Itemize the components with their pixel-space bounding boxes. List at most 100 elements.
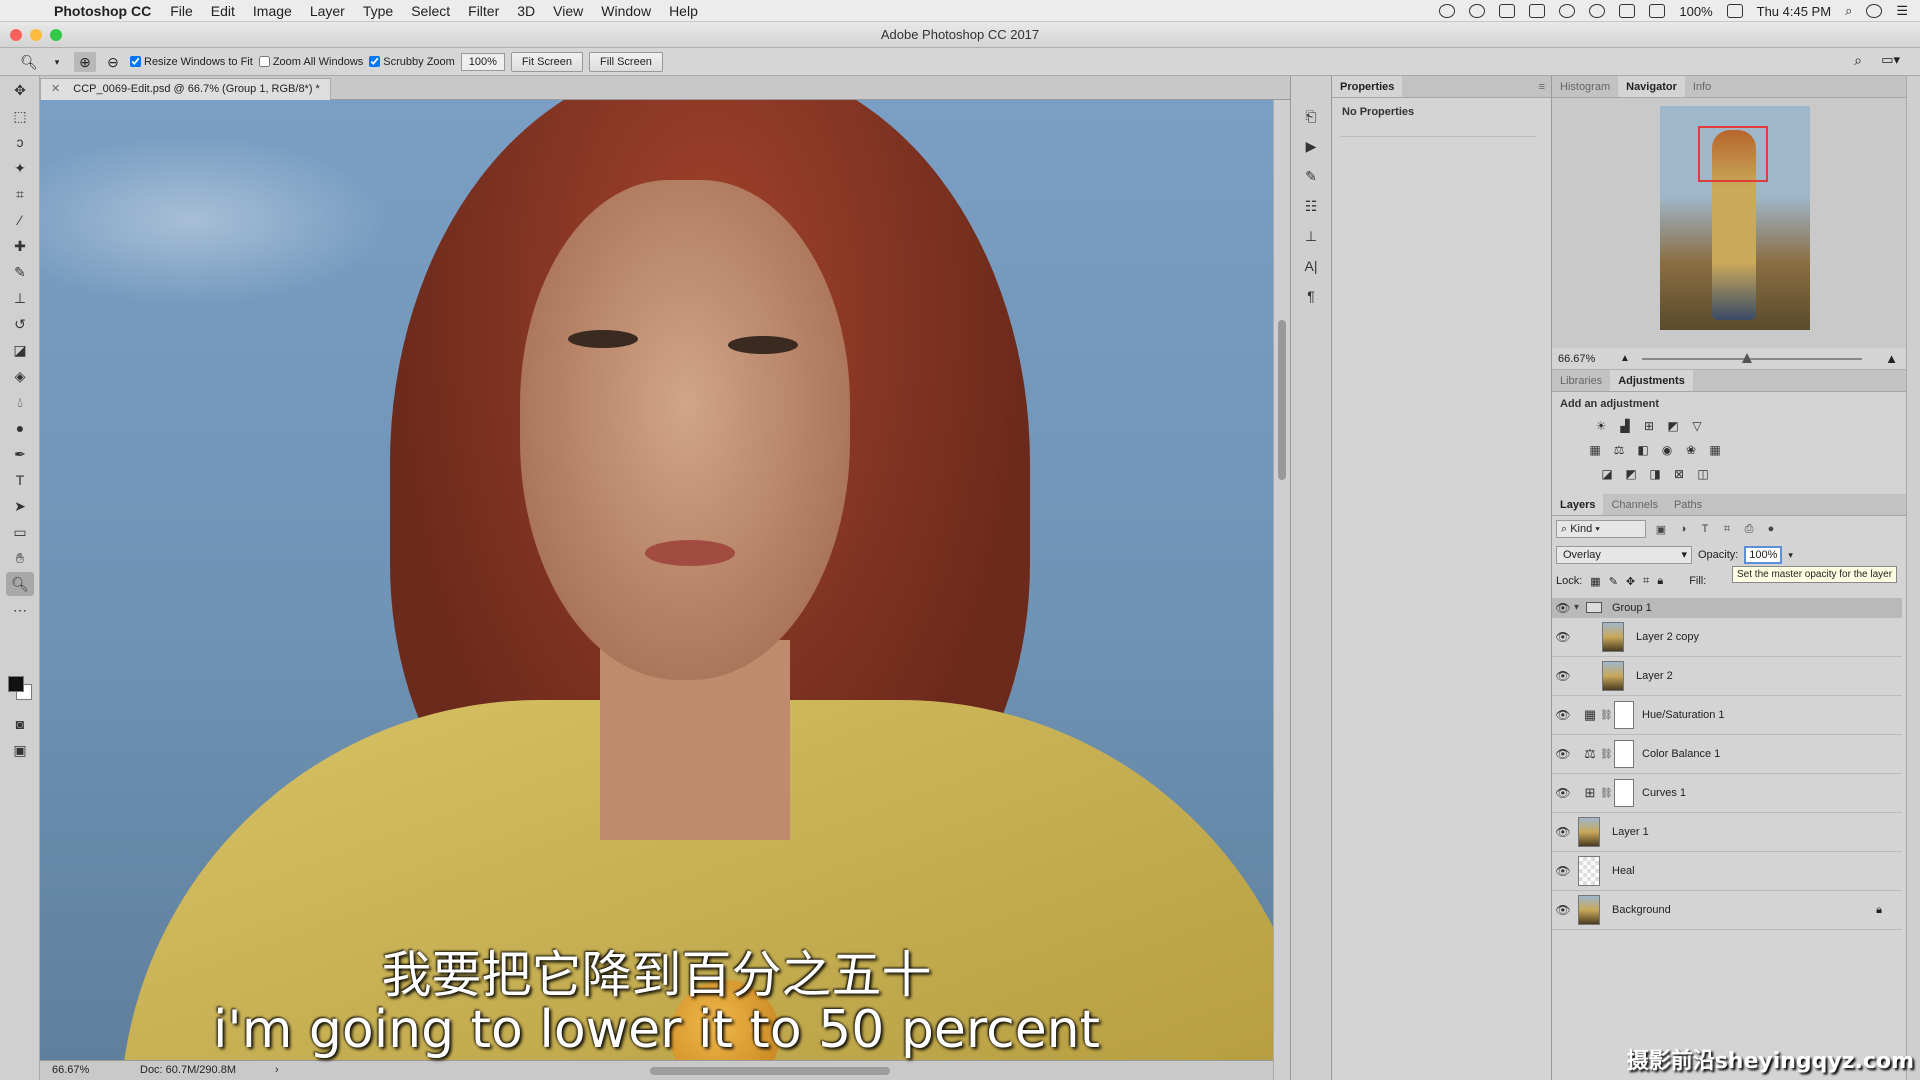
- bluetooth-icon[interactable]: [1559, 4, 1576, 18]
- battery-icon[interactable]: [1726, 4, 1743, 18]
- mask-link-icon[interactable]: ⛓︎: [1600, 710, 1613, 721]
- visibility-eye-icon[interactable]: 👁︎: [1552, 708, 1574, 722]
- color-lookup-icon[interactable]: ▦: [1706, 441, 1724, 459]
- display-icon[interactable]: [1499, 4, 1516, 18]
- volume-icon[interactable]: [1649, 4, 1666, 18]
- character-panel-icon[interactable]: A|: [1298, 254, 1324, 278]
- black-white-icon[interactable]: ◧: [1634, 441, 1652, 459]
- zoom-out-mountain-icon[interactable]: ▲: [1620, 353, 1630, 364]
- brushes-panel-icon[interactable]: ✎: [1298, 164, 1324, 188]
- layer-row-hue-saturation-1[interactable]: 👁︎ ▦ ⛓︎ Hue/Saturation 1: [1552, 696, 1902, 735]
- visibility-eye-icon[interactable]: 👁︎: [1552, 669, 1574, 683]
- scrubby-zoom-check[interactable]: [369, 56, 381, 67]
- zoom-level-readout[interactable]: 66.67%: [52, 1064, 89, 1076]
- clone-stamp-tool-icon[interactable]: ⊥: [6, 286, 34, 310]
- menu-help[interactable]: Help: [669, 3, 698, 19]
- eyedropper-tool-icon[interactable]: ⁄: [6, 208, 34, 232]
- lock-icon[interactable]: 🔒︎: [1876, 904, 1882, 917]
- visibility-eye-icon[interactable]: 👁︎: [1552, 630, 1574, 644]
- lock-image-icon[interactable]: ✎: [1609, 575, 1618, 588]
- gradient-map-icon[interactable]: ◫: [1694, 465, 1712, 483]
- spotlight-icon[interactable]: ⌕: [1845, 3, 1852, 19]
- move-tool-icon[interactable]: ✥: [6, 78, 34, 102]
- tab-paths[interactable]: Paths: [1666, 494, 1710, 515]
- opacity-slider-toggle[interactable]: ▾: [1788, 550, 1793, 561]
- eraser-tool-icon[interactable]: ◪: [6, 338, 34, 362]
- close-window-button[interactable]: [10, 29, 22, 41]
- crop-tool-icon[interactable]: ⌗: [6, 182, 34, 206]
- photo-filter-icon[interactable]: ◉: [1658, 441, 1676, 459]
- channel-mixer-icon[interactable]: ❀: [1682, 441, 1700, 459]
- curves-icon[interactable]: ⊞: [1640, 417, 1658, 435]
- search-icon[interactable]: ⌕: [1854, 52, 1862, 69]
- mask-link-icon[interactable]: ⛓︎: [1600, 749, 1613, 760]
- layer-mask-thumbnail[interactable]: [1614, 701, 1634, 729]
- type-tool-icon[interactable]: T: [6, 468, 34, 492]
- menu-view[interactable]: View: [553, 3, 583, 19]
- zoom-tool-icon[interactable]: 🔍︎: [6, 572, 34, 596]
- magic-wand-tool-icon[interactable]: ✦: [6, 156, 34, 180]
- layer-row-color-balance-1[interactable]: 👁︎ ⚖ ⛓︎ Color Balance 1: [1552, 735, 1902, 774]
- menu-file[interactable]: File: [170, 3, 193, 19]
- tab-histogram[interactable]: Histogram: [1552, 76, 1618, 97]
- selective-color-icon[interactable]: ⊠: [1670, 465, 1688, 483]
- mask-link-icon[interactable]: ⛓︎: [1600, 788, 1613, 799]
- pen-tool-icon[interactable]: ✒: [6, 442, 34, 466]
- zoom-window-button[interactable]: [50, 29, 62, 41]
- menu-layer[interactable]: Layer: [310, 3, 345, 19]
- document-canvas[interactable]: [40, 100, 1273, 1060]
- minimize-window-button[interactable]: [30, 29, 42, 41]
- visibility-eye-icon[interactable]: 👁︎: [1552, 903, 1574, 917]
- hue-saturation-icon[interactable]: ▦: [1586, 441, 1604, 459]
- close-tab-icon[interactable]: ✕: [51, 83, 60, 95]
- workspace-icon[interactable]: ▭▾: [1881, 52, 1900, 68]
- siri-icon[interactable]: [1866, 4, 1883, 18]
- navigator-zoom-value[interactable]: 66.67%: [1558, 353, 1595, 365]
- filter-toggle-icon[interactable]: ●: [1764, 523, 1778, 535]
- layer-mask-thumbnail[interactable]: [1614, 779, 1634, 807]
- exposure-icon[interactable]: ◩: [1664, 417, 1682, 435]
- history-brush-tool-icon[interactable]: ↺: [6, 312, 34, 336]
- brightness-contrast-icon[interactable]: ☀: [1592, 417, 1610, 435]
- posterize-icon[interactable]: ◩: [1622, 465, 1640, 483]
- dodge-tool-icon[interactable]: ●: [6, 416, 34, 440]
- lock-position-icon[interactable]: ✥: [1626, 575, 1635, 588]
- menu-type[interactable]: Type: [363, 3, 393, 19]
- quick-mask-icon[interactable]: ◙: [6, 712, 34, 736]
- status-chevron-icon[interactable]: ›: [275, 1064, 279, 1076]
- panel-menu-icon[interactable]: ≡: [1539, 76, 1545, 98]
- brush-tool-icon[interactable]: ✎: [6, 260, 34, 284]
- record-icon[interactable]: [1439, 4, 1456, 18]
- lock-artboard-icon[interactable]: ⌗: [1643, 575, 1649, 588]
- actions-panel-icon[interactable]: ▶: [1298, 134, 1324, 158]
- brush-settings-icon[interactable]: ☷: [1298, 194, 1324, 218]
- layer-mask-thumbnail[interactable]: [1614, 740, 1634, 768]
- zoom-all-checkbox[interactable]: Zoom All Windows: [258, 56, 363, 68]
- filter-type-icon[interactable]: T: [1698, 523, 1712, 535]
- healing-brush-tool-icon[interactable]: ✚: [6, 234, 34, 258]
- layer-row-layer-2-copy[interactable]: 👁︎ Layer 2 copy: [1552, 618, 1902, 657]
- blend-mode-select[interactable]: Overlay ▾: [1556, 546, 1692, 564]
- tab-layers[interactable]: Layers: [1552, 494, 1604, 515]
- tab-adjustments[interactable]: Adjustments: [1610, 370, 1693, 391]
- opacity-input[interactable]: 100%: [1744, 546, 1783, 564]
- menu-select[interactable]: Select: [411, 3, 450, 19]
- levels-icon[interactable]: ▟: [1616, 417, 1634, 435]
- app-menu[interactable]: Photoshop CC: [54, 3, 151, 19]
- lock-transparent-icon[interactable]: ▦: [1590, 575, 1600, 588]
- zoom-in-icon[interactable]: ⊕: [74, 51, 96, 72]
- layer-row-group-1[interactable]: 👁︎ ▾ Group 1: [1552, 598, 1902, 618]
- notification-center-icon[interactable]: ☰: [1896, 3, 1908, 19]
- menu-image[interactable]: Image: [253, 3, 292, 19]
- scrubby-zoom-checkbox[interactable]: Scrubby Zoom: [369, 56, 455, 68]
- navigator-zoom-slider[interactable]: [1642, 358, 1862, 360]
- rectangle-tool-icon[interactable]: ▭: [6, 520, 34, 544]
- fill-screen-button[interactable]: Fill Screen: [588, 51, 663, 72]
- creative-cloud-icon[interactable]: [1469, 4, 1486, 18]
- right-panel-scrollbar[interactable]: [1906, 76, 1920, 1080]
- menu-window[interactable]: Window: [601, 3, 651, 19]
- zoom-all-check[interactable]: [258, 56, 270, 67]
- history-panel-icon[interactable]: ⎗: [1298, 104, 1324, 128]
- paragraph-panel-icon[interactable]: ¶: [1298, 284, 1324, 308]
- fit-screen-button[interactable]: Fit Screen: [510, 51, 583, 72]
